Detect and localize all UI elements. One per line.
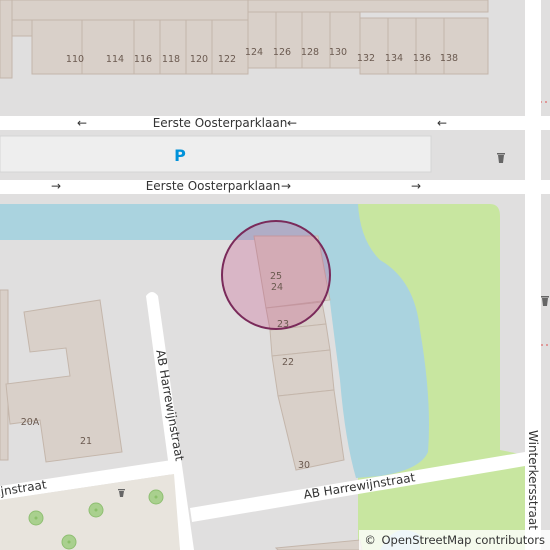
attribution-link[interactable]: OpenStreetMap contributors <box>381 533 545 547</box>
street-label-north: Eerste Oosterparklaan <box>153 116 288 130</box>
house-number: 138 <box>440 53 458 64</box>
house-number: 23 <box>277 319 289 330</box>
house-number: 22 <box>282 357 294 368</box>
street-label-south: Eerste Oosterparklaan <box>146 179 281 193</box>
oneway-arrow-left: ← <box>437 116 447 130</box>
oneway-arrow-right: → <box>281 179 291 193</box>
oneway-arrow-left: ← <box>77 116 87 130</box>
parking-area <box>0 135 432 173</box>
house-number: 130 <box>329 47 347 58</box>
oneway-arrow-right: → <box>51 179 61 193</box>
house-number: 118 <box>162 54 180 65</box>
house-number: 122 <box>218 54 236 65</box>
parking-icon[interactable]: P <box>174 146 186 165</box>
house-number: 132 <box>357 53 375 64</box>
house-number: 116 <box>134 54 152 65</box>
house-number: 24 <box>271 282 283 293</box>
street-label-winterkers: Winterkersstraat <box>526 430 540 530</box>
house-number: 20A <box>21 417 40 428</box>
copyright-icon: © <box>364 533 376 547</box>
block-east <box>541 194 550 550</box>
oneway-arrow-left: ← <box>287 116 297 130</box>
house-number: 110 <box>66 54 84 65</box>
house-number: 136 <box>413 53 431 64</box>
house-number: 134 <box>385 53 403 64</box>
house-number: 124 <box>245 47 263 58</box>
house-number: 25 <box>270 271 282 282</box>
buildings-north <box>0 0 489 79</box>
map[interactable]: 110 114 116 118 120 122 124 126 128 130 … <box>0 0 550 550</box>
house-number: 30 <box>298 460 310 471</box>
house-number: 128 <box>301 47 319 58</box>
attribution: © OpenStreetMap contributors <box>359 530 550 550</box>
house-number: 114 <box>106 54 124 65</box>
house-number: 126 <box>273 47 291 58</box>
house-number: 21 <box>80 436 92 447</box>
house-number: 120 <box>190 54 208 65</box>
map-canvas[interactable]: 110 114 116 118 120 122 124 126 128 130 … <box>0 0 550 550</box>
oneway-arrow-right: → <box>411 179 421 193</box>
